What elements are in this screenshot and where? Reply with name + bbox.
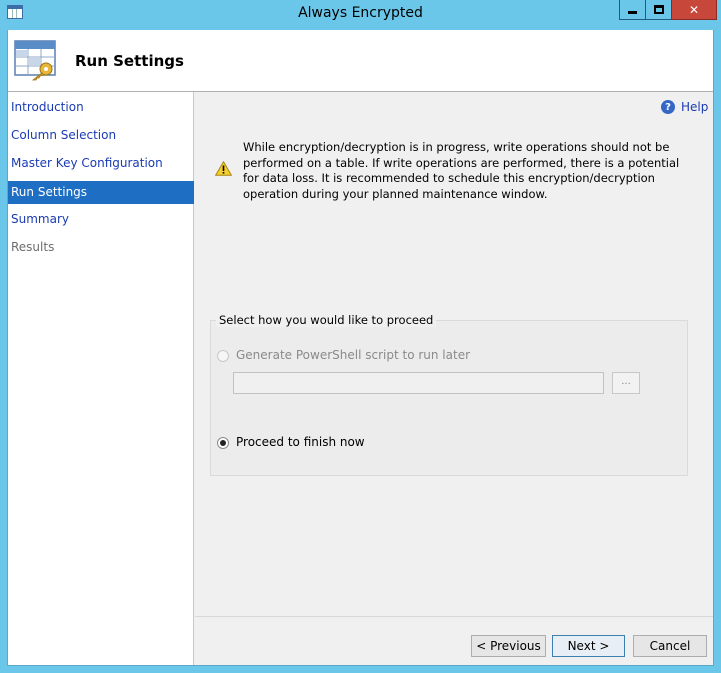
browse-button[interactable]: ... — [612, 372, 640, 394]
script-path-input[interactable] — [233, 372, 604, 394]
next-button[interactable]: Next > — [552, 635, 625, 657]
cancel-button[interactable]: Cancel — [633, 635, 707, 657]
title-bar[interactable]: Always Encrypted ✕ — [0, 0, 721, 27]
nav-item-column-selection[interactable]: Column Selection — [8, 124, 194, 147]
proceed-options-label: Select how you would like to proceed — [216, 313, 437, 327]
proceed-options-group — [210, 320, 688, 476]
maximize-icon — [653, 5, 664, 14]
warning-icon — [215, 161, 232, 176]
table-key-icon — [14, 40, 56, 81]
proceed-now-radio[interactable] — [217, 437, 229, 449]
always-encrypted-window: Always Encrypted ✕ Run Settings Introduc… — [0, 0, 721, 673]
window-title: Always Encrypted — [298, 5, 423, 21]
proceed-now-label: Proceed to finish now — [236, 435, 365, 449]
maximize-button[interactable] — [645, 0, 672, 20]
close-icon: ✕ — [688, 2, 700, 17]
nav-item-introduction[interactable]: Introduction — [8, 96, 194, 119]
nav-item-results: Results — [11, 240, 55, 254]
wizard-client-area: Run Settings Introduction Column Selecti… — [8, 30, 713, 665]
close-button[interactable]: ✕ — [671, 0, 717, 20]
help-icon: ? — [661, 100, 675, 114]
help-label: Help — [681, 100, 709, 114]
nav-item-master-key-configuration[interactable]: Master Key Configuration — [8, 152, 194, 175]
generate-script-radio[interactable] — [217, 350, 229, 362]
help-link[interactable]: ? Help — [661, 100, 708, 114]
nav-item-run-settings[interactable]: Run Settings — [8, 181, 194, 204]
footer-divider — [195, 616, 713, 617]
previous-button[interactable]: < Previous — [471, 635, 546, 657]
wizard-header: Run Settings — [8, 30, 713, 92]
minimize-button[interactable] — [619, 0, 646, 20]
minimize-icon — [628, 11, 637, 14]
wizard-nav: Introduction Column Selection Master Key… — [8, 92, 194, 665]
warning-message: While encryption/decryption is in progre… — [243, 140, 680, 201]
generate-script-label: Generate PowerShell script to run later — [236, 348, 471, 362]
nav-item-summary[interactable]: Summary — [8, 208, 194, 231]
page-title: Run Settings — [75, 52, 184, 70]
